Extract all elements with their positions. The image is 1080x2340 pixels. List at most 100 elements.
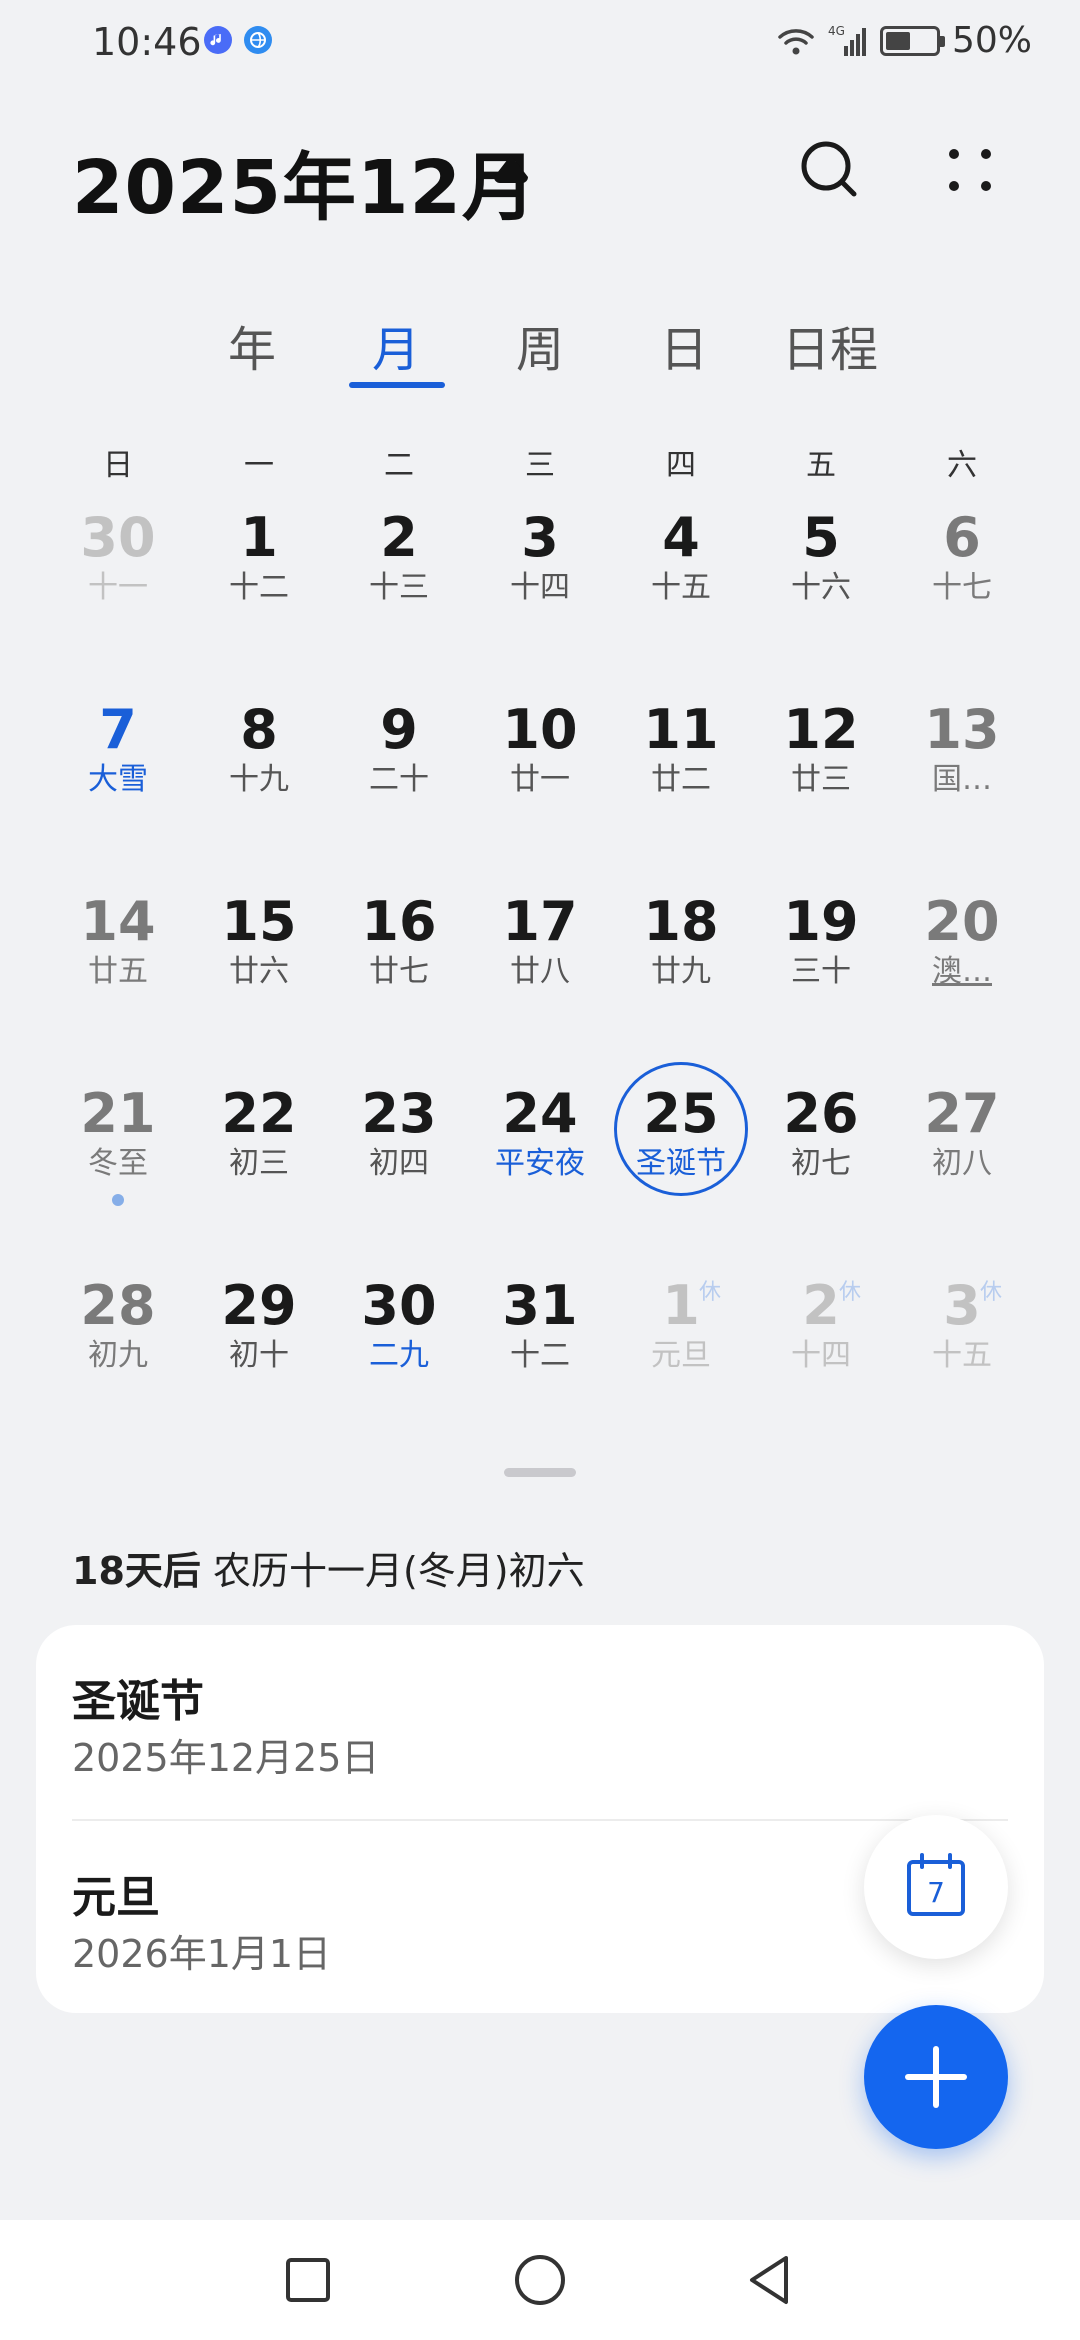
- day-cell[interactable]: 23 初四: [329, 1084, 469, 1234]
- day-cell[interactable]: 21 冬至: [48, 1084, 188, 1234]
- day-lunar: 十三: [369, 570, 429, 605]
- day-number: 13: [924, 698, 1000, 761]
- weekday-sun: 日: [103, 448, 133, 483]
- tab-day[interactable]: 日: [660, 310, 708, 380]
- day-cell[interactable]: 22 初三: [189, 1084, 329, 1234]
- recent-apps-button[interactable]: [272, 2244, 344, 2316]
- day-cell[interactable]: 31 十二: [470, 1276, 610, 1426]
- tab-schedule[interactable]: 日程: [782, 310, 878, 380]
- day-number: 11: [643, 698, 719, 761]
- day-cell[interactable]: 8 十九: [189, 700, 329, 850]
- day-cell[interactable]: 26 初七: [751, 1084, 891, 1234]
- day-number: 1: [240, 506, 278, 569]
- day-number: 9: [380, 698, 418, 761]
- more-icon: [949, 149, 991, 191]
- day-cell[interactable]: 15 廿六: [189, 892, 329, 1042]
- plus-icon: [905, 2046, 967, 2108]
- back-button[interactable]: [734, 2244, 806, 2316]
- tab-year[interactable]: 年: [228, 310, 276, 380]
- tab-month[interactable]: 月: [372, 310, 420, 380]
- day-solar-term: 二九: [369, 1338, 429, 1373]
- day-number: 3: [521, 506, 559, 569]
- day-lunar: 十四: [510, 570, 570, 605]
- day-cell[interactable]: 1 元旦 休: [611, 1276, 751, 1426]
- day-cell[interactable]: 10 廿一: [470, 700, 610, 850]
- view-tabs: 年 月 周 日 日程: [0, 300, 1080, 400]
- weekday-sat: 六: [947, 448, 977, 483]
- day-cell[interactable]: 13 国…: [892, 700, 1032, 850]
- go-to-today-button[interactable]: 7: [864, 1815, 1008, 1959]
- day-lunar: 初三: [229, 1146, 289, 1181]
- day-cell[interactable]: 3 十五 休: [892, 1276, 1032, 1426]
- caret-up-icon[interactable]: [494, 155, 528, 183]
- day-cell[interactable]: 16 廿七: [329, 892, 469, 1042]
- day-cell[interactable]: 14 廿五: [48, 892, 188, 1042]
- countdown-days: 18天后: [72, 1549, 201, 1593]
- day-lunar: 十六: [791, 570, 851, 605]
- status-bar: 10:46 4G 50%: [0, 0, 1080, 90]
- day-cell[interactable]: 9 二十: [329, 700, 469, 850]
- event-title: 圣诞节: [72, 1676, 204, 1727]
- day-number: 20: [924, 890, 1000, 953]
- day-number: 17: [502, 890, 578, 953]
- day-cell[interactable]: 3 十四: [470, 508, 610, 658]
- day-number: 22: [221, 1082, 297, 1145]
- day-cell[interactable]: 24 平安夜: [470, 1084, 610, 1234]
- day-lunar: 十二: [510, 1338, 570, 1373]
- day-cell[interactable]: 7 大雪: [48, 700, 188, 850]
- home-button[interactable]: [504, 2244, 576, 2316]
- day-number: 29: [221, 1274, 297, 1337]
- day-cell[interactable]: 20 澳…: [892, 892, 1032, 1042]
- day-number: 18: [643, 890, 719, 953]
- day-cell[interactable]: 30 二九: [329, 1276, 469, 1426]
- battery-icon: [879, 25, 945, 56]
- day-cell[interactable]: 17 廿八: [470, 892, 610, 1042]
- day-cell[interactable]: 27 初八: [892, 1084, 1032, 1234]
- day-number: 3: [943, 1274, 981, 1337]
- day-cell[interactable]: 11 廿二: [611, 700, 751, 850]
- weekday-wed: 三: [525, 448, 555, 483]
- rest-badge: 休: [699, 1280, 722, 1305]
- day-cell[interactable]: 18 廿九: [611, 892, 751, 1042]
- day-holiday: 平安夜: [495, 1146, 585, 1181]
- day-cell-today[interactable]: 25 圣诞节: [611, 1084, 751, 1234]
- day-lunar: 十九: [229, 762, 289, 797]
- day-cell[interactable]: 6 十七: [892, 508, 1032, 658]
- day-number: 25: [643, 1082, 719, 1145]
- day-cell[interactable]: 12 廿三: [751, 700, 891, 850]
- day-cell[interactable]: 1 十二: [189, 508, 329, 658]
- day-lunar: 十一: [88, 570, 148, 605]
- day-cell[interactable]: 5 十六: [751, 508, 891, 658]
- day-cell[interactable]: 4 十五: [611, 508, 751, 658]
- signal-icon: 4G: [828, 24, 866, 56]
- day-lunar: 廿三: [791, 762, 851, 797]
- day-lunar: 廿八: [510, 954, 570, 989]
- calendar-today-icon: 7: [907, 1853, 965, 1916]
- day-cell[interactable]: 30 十一: [48, 508, 188, 658]
- day-holiday: 国…: [932, 762, 992, 797]
- tab-week[interactable]: 周: [516, 310, 564, 380]
- day-cell[interactable]: 19 三十: [751, 892, 891, 1042]
- day-cell[interactable]: 2 十四 休: [751, 1276, 891, 1426]
- month-title[interactable]: 2025年12月: [72, 128, 537, 235]
- day-number: 26: [783, 1082, 859, 1145]
- recent-apps-icon: [286, 2258, 330, 2302]
- event-dot: [112, 1194, 124, 1206]
- event-date: 2025年12月25日: [72, 1736, 380, 1780]
- add-event-button[interactable]: [864, 2005, 1008, 2149]
- drag-handle[interactable]: [504, 1468, 576, 1477]
- day-number: 23: [361, 1082, 437, 1145]
- rest-badge: 休: [839, 1280, 862, 1305]
- weekday-mon: 一: [244, 448, 274, 483]
- day-cell[interactable]: 2 十三: [329, 508, 469, 658]
- day-number: 1: [662, 1274, 700, 1337]
- day-number: 8: [240, 698, 278, 761]
- weekday-fri: 五: [806, 448, 836, 483]
- day-lunar: 十五: [932, 1338, 992, 1373]
- weekday-tue: 二: [384, 448, 414, 483]
- search-button[interactable]: [790, 130, 870, 210]
- day-number: 27: [924, 1082, 1000, 1145]
- more-button[interactable]: [930, 130, 1010, 210]
- day-cell[interactable]: 29 初十: [189, 1276, 329, 1426]
- day-cell[interactable]: 28 初九: [48, 1276, 188, 1426]
